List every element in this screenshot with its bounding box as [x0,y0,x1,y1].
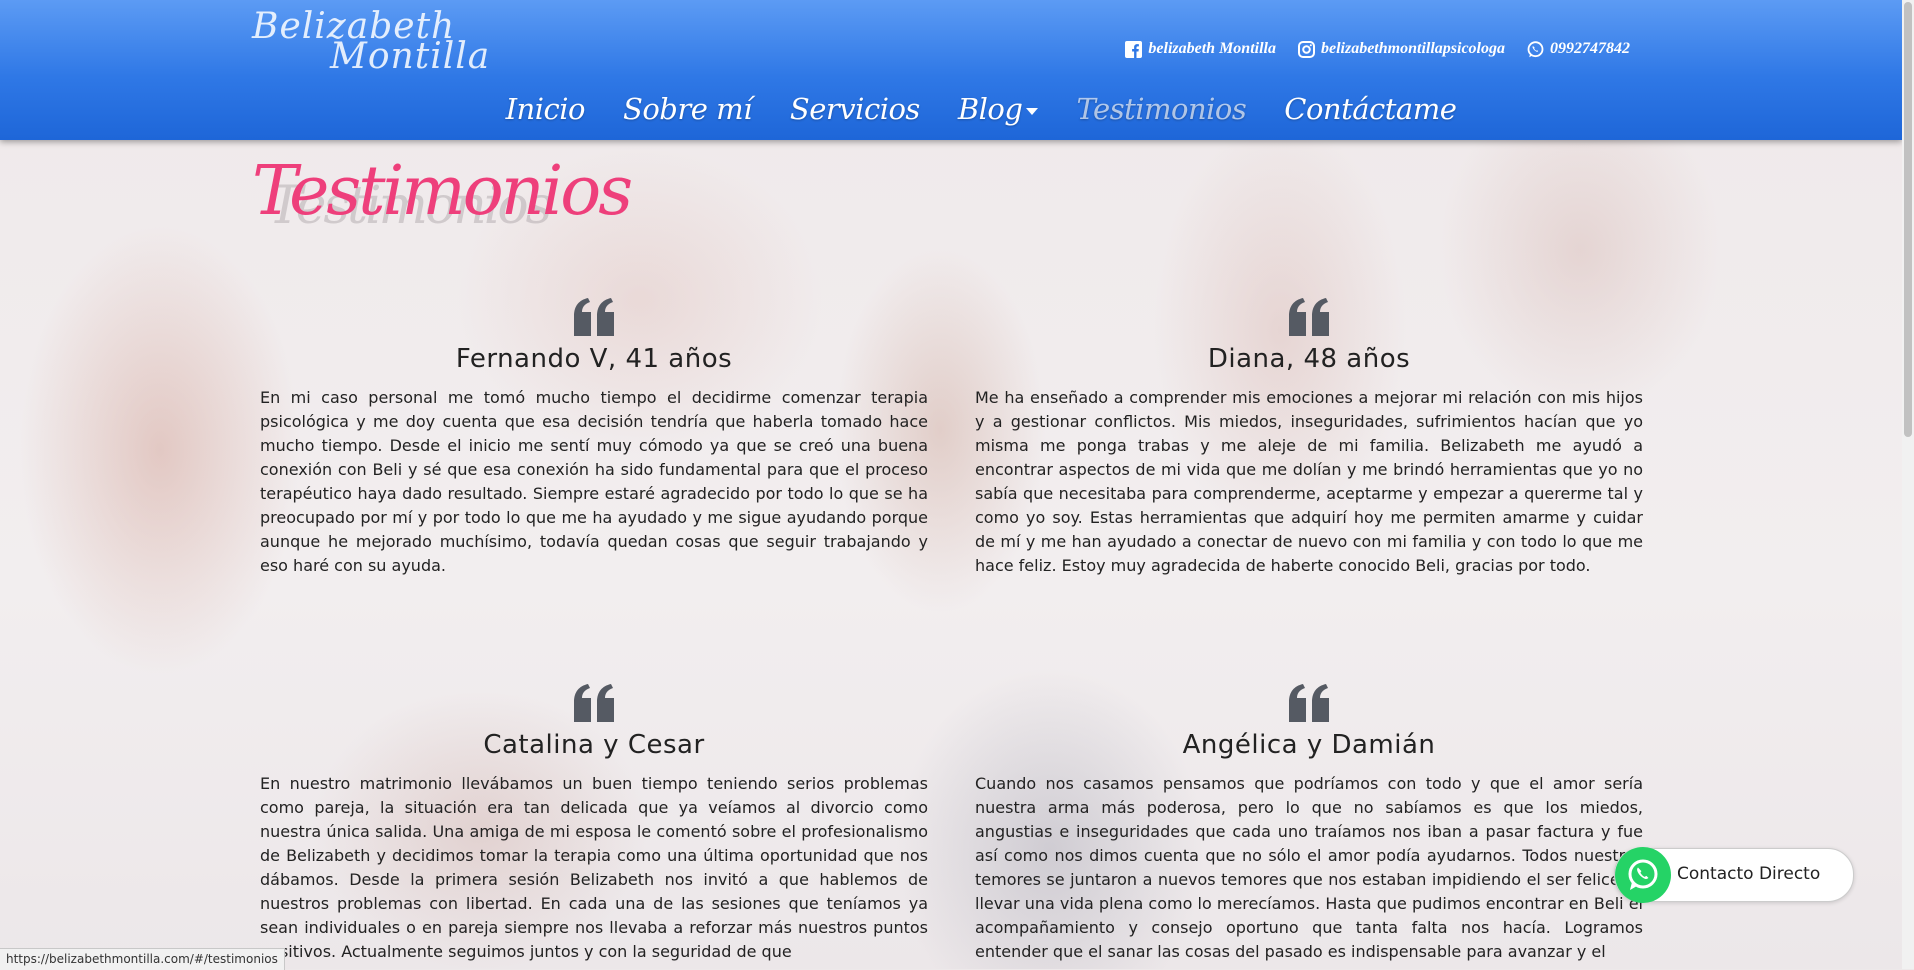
quote-icon [1289,684,1329,722]
testimonial-name: Angélica y Damián [1182,730,1436,760]
testimonial-card: Angélica y Damián Cuando nos casamos pen… [975,684,1643,964]
instagram-icon [1297,40,1315,58]
testimonial-card: Catalina y Cesar En nuestro matrimonio l… [260,684,928,964]
instagram-link[interactable]: belizabethmontillapsicologa [1297,40,1505,58]
caret-down-icon [1026,107,1039,115]
nav-servicios[interactable]: Servicios [790,92,920,126]
whatsapp-link[interactable]: 0992747842 [1527,40,1630,58]
header-contacts: belizabeth Montilla belizabethmontillaps… [1125,40,1630,58]
nav-servicios-label: Servicios [789,92,920,126]
testimonial-name: Fernando V, 41 años [455,344,733,374]
nav-blog[interactable]: Blog [958,92,1039,126]
whatsapp-label: 0992747842 [1550,40,1630,57]
nav-sobre-mi-label: Sobre mí [622,92,752,126]
main-nav: Inicio Sobre mí Servicios Blog Testimoni… [0,92,1902,126]
facebook-link[interactable]: belizabeth Montilla [1125,40,1276,58]
logo-script: Belizabeth Montilla [251,6,490,77]
site-logo[interactable]: Belizabeth Montilla [250,4,550,78]
testimonial-name: Diana, 48 años [1207,344,1411,374]
svg-text:Montilla: Montilla [329,36,490,77]
whatsapp-contact-label: Contacto Directo [1677,864,1821,884]
nav-testimonios-label: Testimonios [1076,92,1247,126]
testimonial-name: Catalina y Cesar [483,730,705,760]
testimonial-text: En mi caso personal me tomó mucho tiempo… [260,388,928,575]
quote-icon [574,298,614,336]
quote-icon [574,684,614,722]
testimonial-card: Fernando V, 41 años En mi caso personal … [260,298,928,578]
testimonial-text: En nuestro matrimonio llevábamos un buen… [260,774,928,961]
page-title: Testimonios [252,152,633,231]
nav-inicio-label: Inicio [505,92,586,126]
page-scrollbar[interactable] [1902,0,1914,969]
testimonial-card: Diana, 48 años Me ha enseñado a comprend… [975,298,1643,578]
testimonial-text: Me ha enseñado a comprender mis emocione… [975,388,1643,575]
facebook-icon [1125,40,1143,58]
quote-icon [1289,298,1329,336]
nav-contactame[interactable]: Contáctame [1284,92,1457,126]
nav-testimonios[interactable]: Testimonios [1076,92,1246,126]
nav-sobre-mi[interactable]: Sobre mí [623,92,752,126]
testimonial-text: Cuando nos casamos pensamos que podríamo… [975,774,1643,961]
nav-inicio[interactable]: Inicio [505,92,586,126]
whatsapp-icon [1628,859,1658,890]
whatsapp-contact-button[interactable]: Contacto Directo [1614,847,1854,903]
scrollbar-thumb[interactable] [1904,2,1912,437]
facebook-label: belizabeth Montilla [1148,40,1276,57]
instagram-label: belizabethmontillapsicologa [1320,40,1505,57]
whatsapp-float-circle [1615,847,1671,903]
whatsapp-icon [1527,40,1544,57]
site-header: Belizabeth Montilla belizabeth Montilla … [0,0,1902,140]
nav-contactame-label: Contáctame [1284,92,1457,126]
status-bar-url: https://belizabethmontilla.com/#/testimo… [0,948,285,970]
nav-blog-label: Blog [957,92,1023,126]
